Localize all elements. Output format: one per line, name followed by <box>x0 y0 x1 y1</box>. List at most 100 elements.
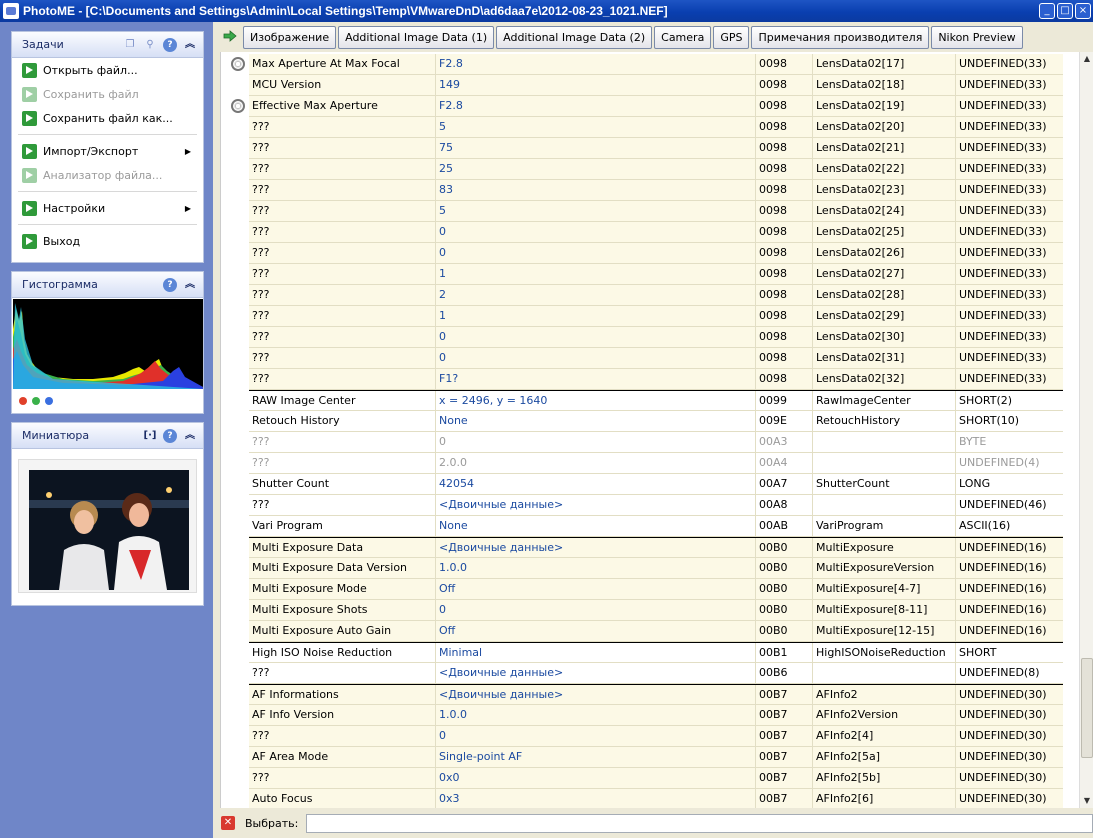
table-row[interactable]: ??? 2.0.0 00A4 UNDEFINED(4) <box>249 453 1063 474</box>
table-row[interactable]: AF Area Mode Single-point AF 00B7 AFInfo2[5… <box>249 747 1063 768</box>
table-row[interactable]: MCU Version 149 0098 LensData02[18] UNDEFINE… <box>249 75 1063 96</box>
tab-additional-image-data-1[interactable]: Additional Image Data (1) <box>338 25 495 49</box>
task-item[interactable]: Настройки ▶ <box>12 196 203 220</box>
field-key: AFInfo2[4] <box>813 726 956 746</box>
table-row[interactable]: ??? 0 0098 LensData02[26] UNDEFINED(33) <box>249 243 1063 264</box>
red-channel-toggle[interactable] <box>19 397 27 405</box>
table-row[interactable]: ??? 0 00B7 AFInfo2[4] UNDEFINED(30) <box>249 726 1063 747</box>
table-row[interactable]: ??? 0 00A3 BYTE <box>249 432 1063 453</box>
table-row[interactable]: AF Info Version 1.0.0 00B7 AFInfo2Version UN… <box>249 705 1063 726</box>
tab-nikon-preview[interactable]: Nikon Preview <box>931 25 1023 49</box>
scroll-down-icon[interactable]: ▼ <box>1080 794 1093 808</box>
help-icon[interactable]: ? <box>163 428 177 443</box>
table-row[interactable]: ??? 0 0098 LensData02[31] UNDEFINED(33) <box>249 348 1063 369</box>
tab-image[interactable]: Изображение <box>243 25 337 49</box>
task-item[interactable]: Сохранить файл как... <box>12 106 203 130</box>
help-icon[interactable]: ? <box>163 37 177 52</box>
field-key: LensData02[30] <box>813 327 956 347</box>
table-row[interactable]: ??? 5 0098 LensData02[20] UNDEFINED(33) <box>249 117 1063 138</box>
field-tag: 0098 <box>756 306 813 326</box>
field-value: 25 <box>436 159 756 179</box>
minimize-button[interactable]: _ <box>1039 3 1055 19</box>
thumbnail-image[interactable] <box>29 470 189 590</box>
field-key: RawImageCenter <box>813 391 956 411</box>
table-row[interactable]: Multi Exposure Shots 0 00B0 MultiExposure[8… <box>249 600 1063 621</box>
tasks-panel-header[interactable]: Задачи ❐ ⚲ ? ︽ <box>12 32 203 58</box>
field-name: Effective Max Aperture <box>249 96 436 116</box>
field-key: MultiExposureVersion <box>813 558 956 578</box>
table-row[interactable]: ??? 0 0098 LensData02[30] UNDEFINED(33) <box>249 327 1063 348</box>
table-row[interactable]: ??? 0 0098 LensData02[25] UNDEFINED(33) <box>249 222 1063 243</box>
table-row[interactable]: Vari Program None 00AB VariProgram ASCII(16) <box>249 516 1063 537</box>
field-tag: 0098 <box>756 117 813 137</box>
field-type: LONG <box>959 477 991 490</box>
task-label: Настройки <box>43 201 106 215</box>
histogram-panel-header[interactable]: Гистограмма ? ︽ <box>12 272 203 298</box>
table-row[interactable]: ??? 25 0098 LensData02[22] UNDEFINED(33) <box>249 159 1063 180</box>
table-row[interactable]: ??? 1 0098 LensData02[29] UNDEFINED(33) <box>249 306 1063 327</box>
table-row[interactable]: Auto Focus 0x3 00B7 AFInfo2[6] UNDEFINED(30) <box>249 789 1063 808</box>
collapse-icon[interactable]: ︽ <box>183 38 197 52</box>
vertical-scrollbar[interactable]: ▲ ▼ <box>1079 52 1093 808</box>
table-row[interactable]: Multi Exposure Data Version 1.0.0 00B0 Mult… <box>249 558 1063 579</box>
field-type: UNDEFINED(30) <box>959 750 1047 763</box>
field-type: UNDEFINED(33) <box>959 162 1047 175</box>
copy-icon[interactable]: ❐ <box>123 38 137 52</box>
table-row[interactable]: Shutter Count 42054 00A7 ShutterCount LONG <box>249 474 1063 495</box>
help-icon[interactable]: ? <box>163 277 177 292</box>
fit-icon[interactable]: [·] <box>143 429 157 443</box>
task-item[interactable]: Открыть файл... <box>12 58 203 82</box>
close-button[interactable]: × <box>1075 3 1091 19</box>
field-key: LensData02[32] <box>813 369 956 389</box>
tab-maker-notes[interactable]: Примечания производителя <box>751 25 930 49</box>
tab-gps[interactable]: GPS <box>713 25 750 49</box>
table-row[interactable]: Retouch History None 009E RetouchHistory SHO… <box>249 411 1063 432</box>
field-tag: 0098 <box>756 159 813 179</box>
table-row[interactable]: ??? 5 0098 LensData02[24] UNDEFINED(33) <box>249 201 1063 222</box>
field-value: 2 <box>436 285 756 305</box>
field-value: 83 <box>436 180 756 200</box>
collapse-icon[interactable]: ︽ <box>183 278 197 292</box>
table-row[interactable]: ??? 2 0098 LensData02[28] UNDEFINED(33) <box>249 285 1063 306</box>
task-item[interactable]: Выход <box>12 229 203 253</box>
table-row[interactable]: ??? <Двоичные данные> 00A8 UNDEFINED(46) <box>249 495 1063 516</box>
field-type: UNDEFINED(33) <box>959 78 1047 91</box>
clear-icon[interactable]: ✕ <box>221 816 235 830</box>
table-row[interactable]: ??? 83 0098 LensData02[23] UNDEFINED(33) <box>249 180 1063 201</box>
table-row[interactable]: Multi Exposure Auto Gain Off 00B0 MultiExpo… <box>249 621 1063 642</box>
search-icon[interactable]: ⚲ <box>143 38 157 52</box>
blue-channel-toggle[interactable] <box>45 397 53 405</box>
table-row[interactable]: Max Aperture At Max Focal F2.8 0098 LensDat… <box>231 54 1063 75</box>
scrollbar-thumb[interactable] <box>1081 658 1093 758</box>
select-input[interactable] <box>306 813 1093 833</box>
collapse-icon[interactable]: ︽ <box>183 429 197 443</box>
maximize-button[interactable]: □ <box>1057 3 1073 19</box>
green-channel-toggle[interactable] <box>32 397 40 405</box>
table-row[interactable]: ??? F1? 0098 LensData02[32] UNDEFINED(33) <box>249 369 1063 390</box>
table-row[interactable]: Multi Exposure Mode Off 00B0 MultiExposure[… <box>249 579 1063 600</box>
field-name: AF Area Mode <box>249 747 436 767</box>
tab-additional-image-data-2[interactable]: Additional Image Data (2) <box>496 25 653 49</box>
field-type: UNDEFINED(30) <box>959 688 1047 701</box>
table-row[interactable]: High ISO Noise Reduction Minimal 00B1 HighI… <box>249 642 1063 663</box>
table-row[interactable]: Effective Max Aperture F2.8 0098 LensData02… <box>231 96 1063 117</box>
table-row[interactable]: Multi Exposure Data <Двоичные данные> 00B0… <box>249 537 1063 558</box>
tab-camera[interactable]: Camera <box>654 25 712 49</box>
field-value: 0 <box>436 243 756 263</box>
field-tag: 009E <box>756 411 813 431</box>
field-type: UNDEFINED(16) <box>959 582 1047 595</box>
table-row[interactable]: ??? 1 0098 LensData02[27] UNDEFINED(33) <box>249 264 1063 285</box>
field-name: Vari Program <box>249 516 436 536</box>
task-item[interactable]: Импорт/Экспорт ▶ <box>12 139 203 163</box>
scroll-up-icon[interactable]: ▲ <box>1080 52 1093 66</box>
field-key: LensData02[21] <box>813 138 956 158</box>
table-row[interactable]: ??? 0x0 00B7 AFInfo2[5b] UNDEFINED(30) <box>249 768 1063 789</box>
arrow-right-icon[interactable] <box>223 30 237 42</box>
thumbnail-panel-header[interactable]: Миниатюра [·] ? ︽ <box>12 423 203 449</box>
table-row[interactable]: AF Informations <Двоичные данные> 00B7 AFIn… <box>249 684 1063 705</box>
table-row[interactable]: RAW Image Center x = 2496, y = 1640 0099 Ra… <box>249 390 1063 411</box>
field-name: Multi Exposure Auto Gain <box>249 621 436 641</box>
table-row[interactable]: ??? 75 0098 LensData02[21] UNDEFINED(33) <box>249 138 1063 159</box>
table-row[interactable]: ??? <Двоичные данные> 00B6 UNDEFINED(8) <box>249 663 1063 684</box>
metadata-table: Max Aperture At Max Focal F2.8 0098 LensDat… <box>231 54 1063 808</box>
